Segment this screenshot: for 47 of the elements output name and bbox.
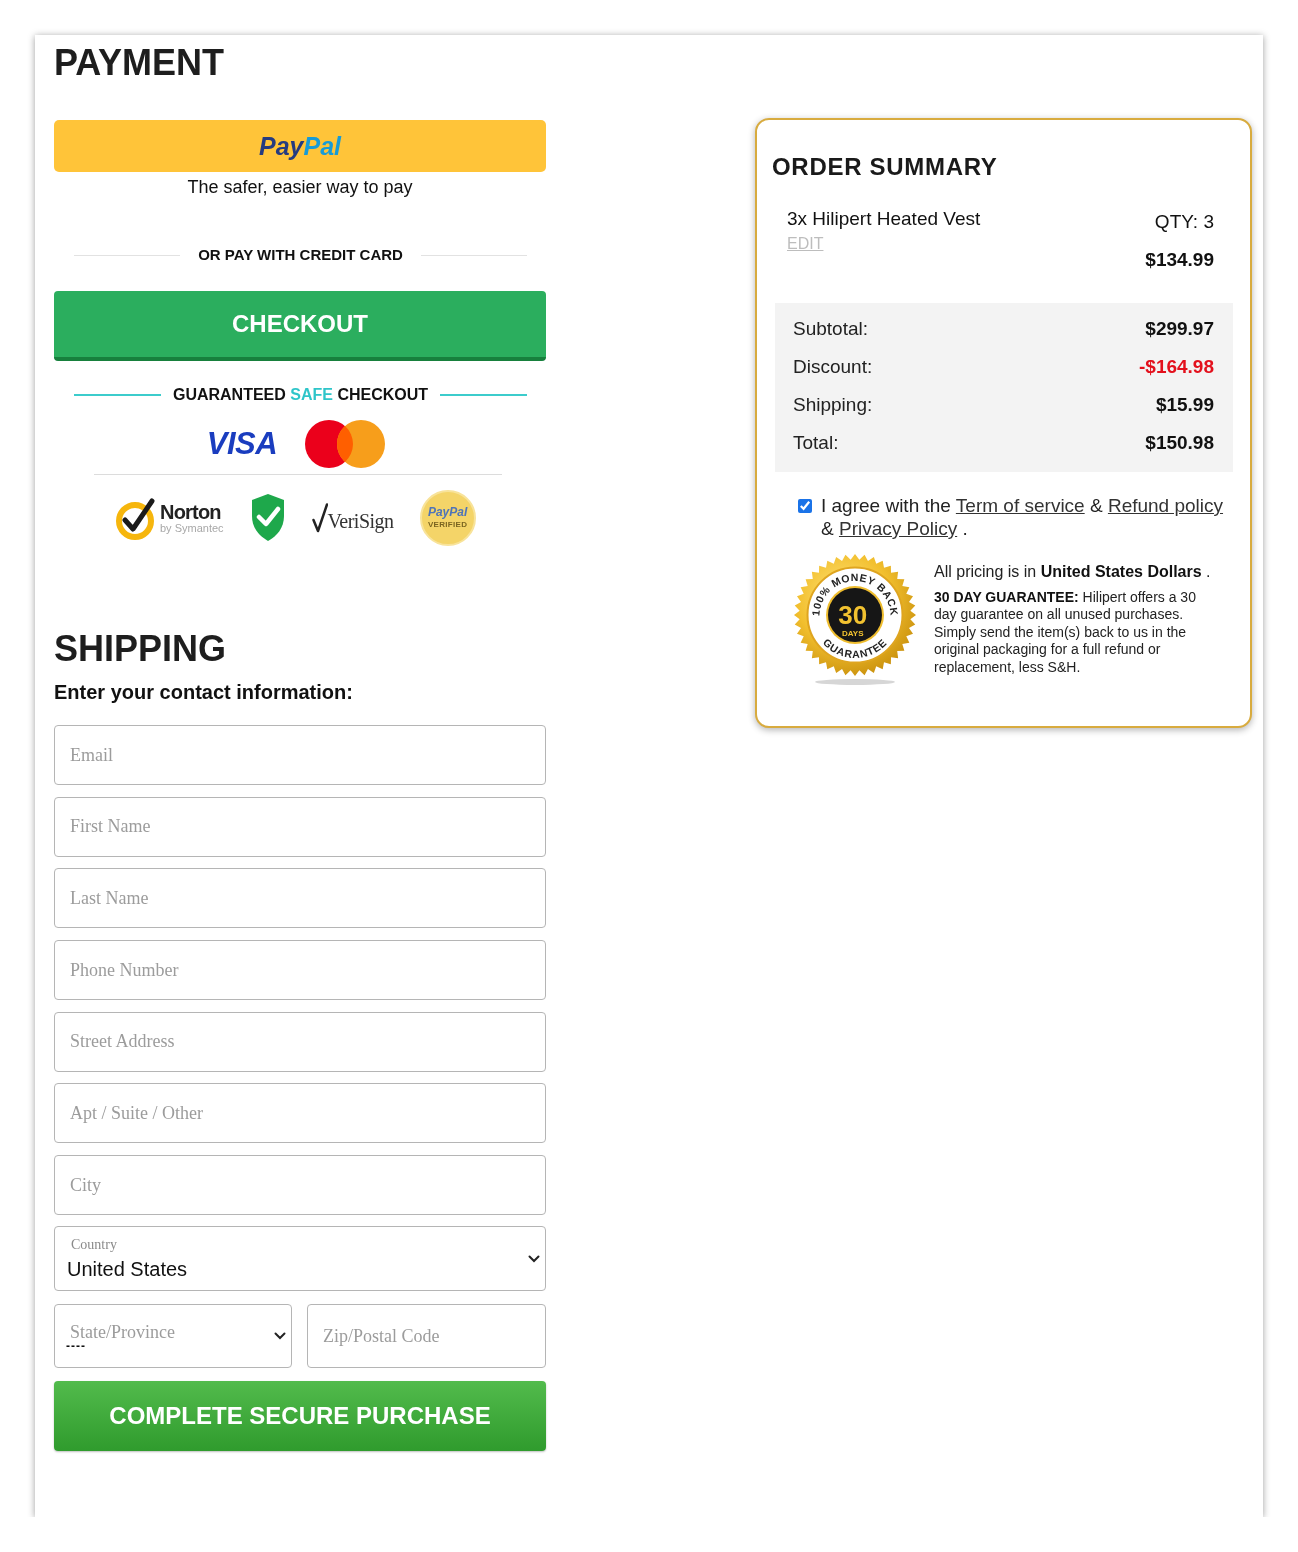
input-field[interactable]: Street Address bbox=[54, 1011, 546, 1072]
logo-wordmark: Norton bbox=[160, 501, 222, 522]
order-item-name: 3x Hilipert Heated Vest bbox=[787, 207, 981, 231]
input-field[interactable]: Phone Number bbox=[54, 940, 546, 1001]
guarantee-text: 30 DAY GUARANTEE: Hilipert offers a 30 day guarantee on all unused purchases. Simply send the item(s) back to us in the original packaging for a full refund or replacement, less S&H. bbox=[934, 589, 1197, 677]
policy-link[interactable]: Refund policy bbox=[1107, 495, 1224, 516]
visa-logo: VISA bbox=[206, 428, 278, 459]
item-quantity: QTY: 3 bbox=[1154, 210, 1214, 234]
chevron-down-icon bbox=[528, 1254, 540, 1263]
input-field[interactable]: Zip/Postal Code bbox=[307, 1304, 546, 1369]
total-label: Discount: bbox=[793, 355, 873, 379]
input-field[interactable]: Last Name bbox=[54, 868, 546, 929]
check-ring-icon bbox=[115, 495, 157, 540]
shipping-heading: SHIPPING bbox=[54, 628, 227, 670]
total-value: $299.97 bbox=[1145, 317, 1214, 341]
total-label: Subtotal: bbox=[793, 317, 868, 341]
paypal-button[interactable]: PayPal bbox=[54, 120, 546, 172]
contact-info-label: Enter your contact information: bbox=[54, 680, 353, 704]
total-label: Total: bbox=[793, 431, 839, 455]
input-field[interactable]: City bbox=[54, 1155, 546, 1216]
state-select[interactable]: State/Province ---- bbox=[54, 1304, 292, 1369]
input-field[interactable]: Email bbox=[54, 725, 546, 785]
input-field[interactable]: Apt / Suite / Other bbox=[54, 1083, 546, 1144]
verified-badge: PayPal VERIFIED bbox=[419, 489, 476, 546]
shield-check-icon bbox=[249, 492, 286, 543]
mastercard-icon bbox=[305, 419, 386, 468]
divider-label: OR PAY WITH CREDIT CARD bbox=[198, 245, 403, 265]
agree-checkbox[interactable] bbox=[798, 499, 812, 513]
logo-tagline: by Symantec bbox=[160, 521, 224, 534]
total-value: $15.99 bbox=[1155, 393, 1214, 417]
safe-checkout-label: GUARANTEED SAFE CHECKOUT bbox=[172, 385, 429, 405]
policy-link[interactable]: Term of service bbox=[955, 495, 1085, 516]
input-field[interactable]: First Name bbox=[54, 796, 546, 857]
check-mark-icon bbox=[311, 502, 328, 533]
total-value: -$164.98 bbox=[1139, 355, 1214, 379]
policy-link[interactable]: Privacy Policy bbox=[838, 518, 958, 539]
item-price: $134.99 bbox=[1145, 248, 1214, 272]
agreement-text: I agree with the Term of service & Refund policy & Privacy Policy . bbox=[821, 494, 1225, 540]
currency-note: All pricing is in United States Dollars . bbox=[934, 562, 1211, 582]
paypal-tagline: The safer, easier way to pay bbox=[187, 176, 413, 198]
chevron-down-icon bbox=[274, 1332, 286, 1341]
country-select[interactable]: Country United States bbox=[54, 1226, 546, 1292]
payment-heading: PAYMENT bbox=[54, 42, 225, 84]
total-value: $150.98 bbox=[1145, 431, 1214, 455]
logo-wordmark: VeriSign bbox=[327, 508, 394, 533]
order-summary-heading: ORDER SUMMARY bbox=[772, 153, 998, 181]
total-label: Shipping: bbox=[793, 393, 873, 417]
